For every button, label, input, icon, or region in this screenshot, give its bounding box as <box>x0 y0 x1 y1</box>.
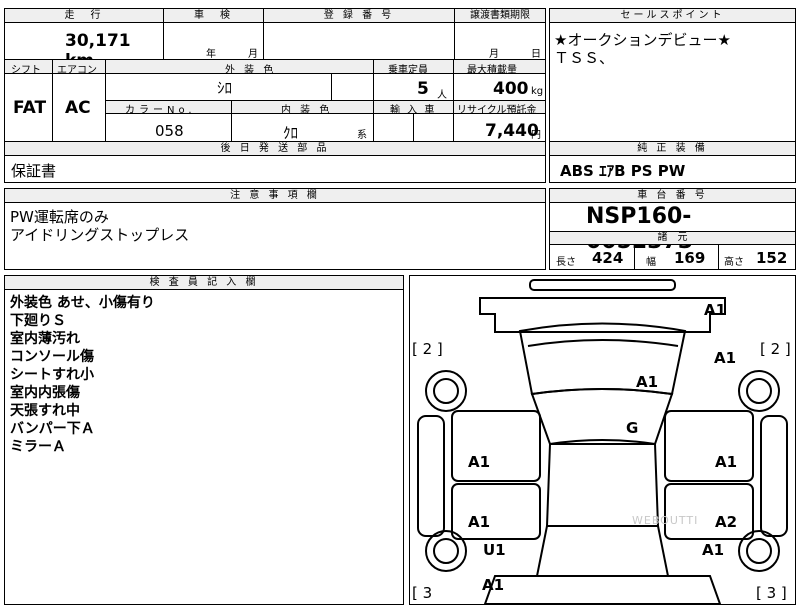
later-parts-header: 後 日 発 送 部 品 <box>5 142 545 156</box>
mark-front-door-right: A1 <box>715 453 738 471</box>
notes-header: 注 意 事 項 欄 <box>5 189 545 203</box>
chassis-header: 車 台 番 号 <box>550 189 795 203</box>
car-diagram-box: A1 A1 A1 G A1 A1 A1 A2 U1 A1 A1 [ 2 ] [ … <box>409 275 796 605</box>
sales-point-line: ＴＳＳ、 <box>554 49 615 67</box>
capacity-label: 乗車定員 <box>388 65 428 76</box>
exterior-color-value: ｼﾛ <box>217 79 233 97</box>
divider <box>52 60 53 141</box>
divider <box>718 245 719 269</box>
inspection-box: 車 検 年 月 <box>163 8 264 60</box>
max-load-value: 400 <box>493 79 529 99</box>
capacity-unit: 人 <box>437 90 447 101</box>
mark-rear-quarter-left: U1 <box>483 541 506 559</box>
inspector-header: 検 査 員 記 入 欄 <box>5 276 403 290</box>
notes-line: PW運転席のみ <box>10 208 109 226</box>
mark-hood: A1 <box>636 373 659 391</box>
registration-header: 登 録 番 号 <box>264 9 454 23</box>
capacity-value: 5 <box>417 79 429 99</box>
mark-front-bumper: A1 <box>704 301 727 319</box>
inspector-line: 天張すれ中 <box>10 403 80 419</box>
transfer-month: 月 <box>489 49 499 60</box>
inspection-month: 月 <box>248 49 258 60</box>
transfer-box: 譲渡書類期限 月 日 <box>454 8 546 60</box>
notes-line: アイドリングストップレス <box>10 226 190 244</box>
interior-color-value: ｸﾛ <box>283 124 299 142</box>
shift-value: FAT <box>13 98 47 118</box>
recycle-label: リサイクル預託金 <box>457 105 537 116</box>
divider <box>373 60 374 141</box>
car-outline <box>417 279 788 604</box>
ac-value: AC <box>65 98 91 118</box>
exterior-color-label: 外 装 色 <box>225 65 277 76</box>
watermark: WEBOUTTI <box>632 514 699 527</box>
equipment-header: 純 正 装 備 <box>550 142 795 156</box>
height-value: 152 <box>756 249 788 267</box>
transfer-header: 譲渡書類期限 <box>455 9 545 23</box>
divider <box>634 245 635 269</box>
tire-rear-left: [ 3 <box>412 584 433 602</box>
mark-rear-quarter-right: A1 <box>702 541 725 559</box>
length-label: 長さ <box>556 257 576 268</box>
divider <box>231 101 232 141</box>
inspector-box: 検 査 員 記 入 欄 外装色 あせ、小傷有り 下廻りＳ 室内薄汚れ コンソール… <box>4 275 404 605</box>
tire-front-left: [ 2 ] <box>412 340 443 358</box>
recycle-unit: 円 <box>531 130 541 141</box>
interior-suffix: 系 <box>357 130 367 141</box>
mark-rear-door-left: A1 <box>468 513 491 531</box>
divider <box>105 60 106 141</box>
mark-rear-door-right: A2 <box>715 513 738 531</box>
chassis-number: NSP160-0052373 <box>586 204 693 254</box>
sales-point-header: セールスポイント <box>550 9 795 23</box>
notes-box: 注 意 事 項 欄 PW運転席のみ アイドリングストップレス <box>4 188 546 270</box>
mileage-box: 走 行 30,171 km <box>4 8 164 71</box>
mark-front-right: A1 <box>714 349 737 367</box>
chassis-box: 車 台 番 号 NSP160-0052373 諸 元 長さ 424 幅 169 … <box>549 188 796 270</box>
inspection-year: 年 <box>206 49 216 60</box>
inspector-line: 室内内張傷 <box>10 385 80 401</box>
sales-point-box: セールスポイント ★オークションデビュー★ ＴＳＳ、 <box>549 8 796 142</box>
vehicle-spec-box: シフト エアコン 外 装 色 乗車定員 最大積載量 FAT AC ｼﾛ 5 人 … <box>4 59 546 142</box>
height-label: 高さ <box>724 257 744 268</box>
ac-label: エアコン <box>57 65 97 76</box>
divider <box>413 114 414 141</box>
mark-front-door-left: A1 <box>468 453 491 471</box>
sales-point-line: ★オークションデビュー★ <box>554 31 731 49</box>
color-no-value: 058 <box>155 122 184 140</box>
sales-point-text: ★オークションデビュー★ ＴＳＳ、 <box>554 31 731 67</box>
inspection-header: 車 検 <box>164 9 263 23</box>
spec-header: 諸 元 <box>550 231 795 245</box>
inspector-line: 下廻りＳ <box>10 313 66 329</box>
inspector-line: 室内薄汚れ <box>10 331 80 347</box>
registration-box: 登 録 番 号 <box>263 8 455 60</box>
later-parts-value: 保証書 <box>11 162 57 180</box>
length-value: 424 <box>592 249 624 267</box>
transfer-day: 日 <box>531 49 541 60</box>
equipment-value: ABS ｴｱB PS PW <box>560 162 686 180</box>
divider <box>331 74 332 100</box>
color-no-label: カラーNo. <box>125 105 196 116</box>
interior-color-label: 内 装 色 <box>281 105 333 116</box>
later-parts-box: 後 日 発 送 部 品 保証書 <box>4 141 546 183</box>
inspector-line: バンパー下Ａ <box>10 421 95 437</box>
tire-rear-right: [ 3 ] <box>756 584 787 602</box>
inspector-line: コンソール傷 <box>10 349 94 365</box>
inspector-line: 外装色 あせ、小傷有り <box>10 295 155 311</box>
tire-front-right: [ 2 ] <box>760 340 791 358</box>
notes-text: PW運転席のみ アイドリングストップレス <box>10 208 189 244</box>
shift-label: シフト <box>11 65 41 76</box>
inspector-notes: 外装色 あせ、小傷有り 下廻りＳ 室内薄汚れ コンソール傷 シートすれ小 室内内… <box>10 294 155 456</box>
max-load-unit: kg <box>531 86 544 97</box>
width-value: 169 <box>674 249 706 267</box>
inspector-line: ミラーＡ <box>10 439 66 455</box>
mark-windshield: G <box>626 419 639 437</box>
width-label: 幅 <box>646 257 656 268</box>
max-load-label: 最大積載量 <box>467 65 517 76</box>
inspector-line: シートすれ小 <box>10 367 94 383</box>
mark-rear-bottom-left: A1 <box>482 576 505 594</box>
mileage-header: 走 行 <box>5 9 163 23</box>
equipment-box: 純 正 装 備 ABS ｴｱB PS PW <box>549 141 796 183</box>
divider <box>453 60 454 141</box>
